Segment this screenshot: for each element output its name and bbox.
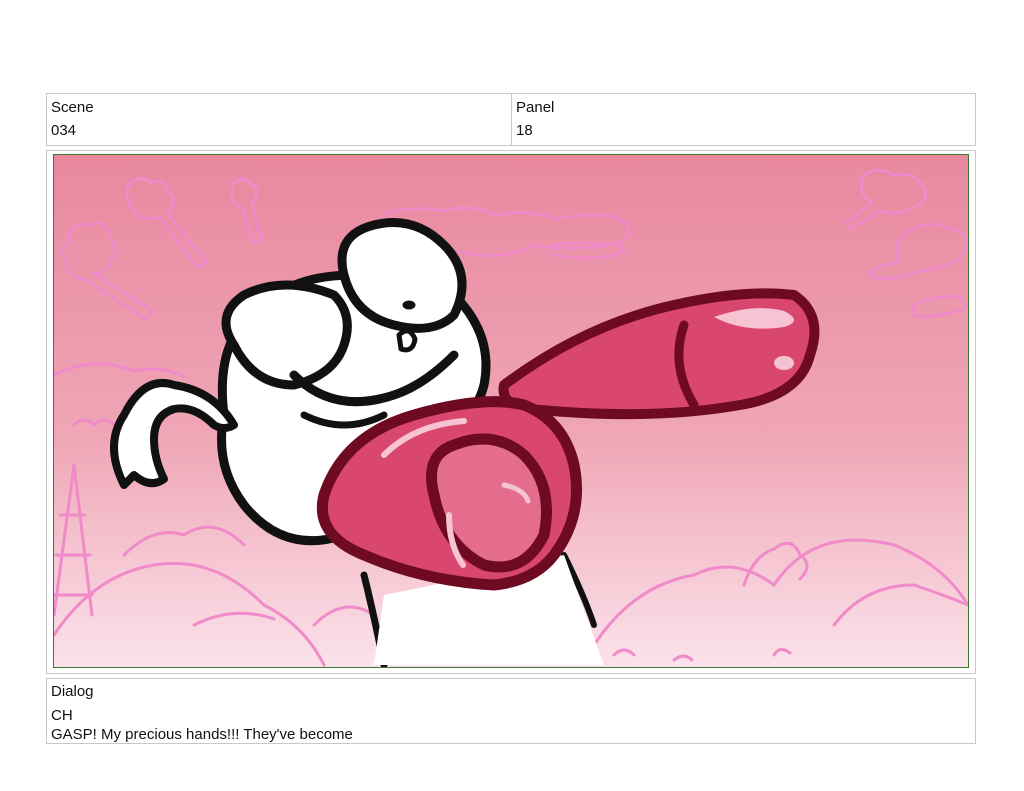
character-eye: [402, 300, 416, 310]
dialog-line[interactable]: GASP! My precious hands!!! They've becom…: [51, 725, 971, 744]
scene-label: Scene: [51, 99, 94, 116]
scene-cell: Scene 034: [47, 94, 511, 145]
panel-header: Scene 034 Panel 18: [46, 93, 976, 146]
storyboard-drawing: [54, 155, 968, 667]
panel-label: Panel: [516, 99, 555, 116]
character-mouth: [396, 328, 418, 353]
dialog-speaker[interactable]: CH: [51, 706, 971, 725]
storyboard-frame: [46, 150, 976, 674]
panel-number[interactable]: 18: [516, 121, 971, 141]
glove-highlight: [774, 356, 794, 370]
dialog-label: Dialog: [51, 683, 94, 700]
panel-cell: Panel 18: [511, 94, 975, 145]
dialog-box: Dialog CH GASP! My precious hands!!! The…: [46, 678, 976, 744]
storyboard-safe-area: [53, 154, 969, 668]
scene-number[interactable]: 034: [51, 121, 507, 141]
